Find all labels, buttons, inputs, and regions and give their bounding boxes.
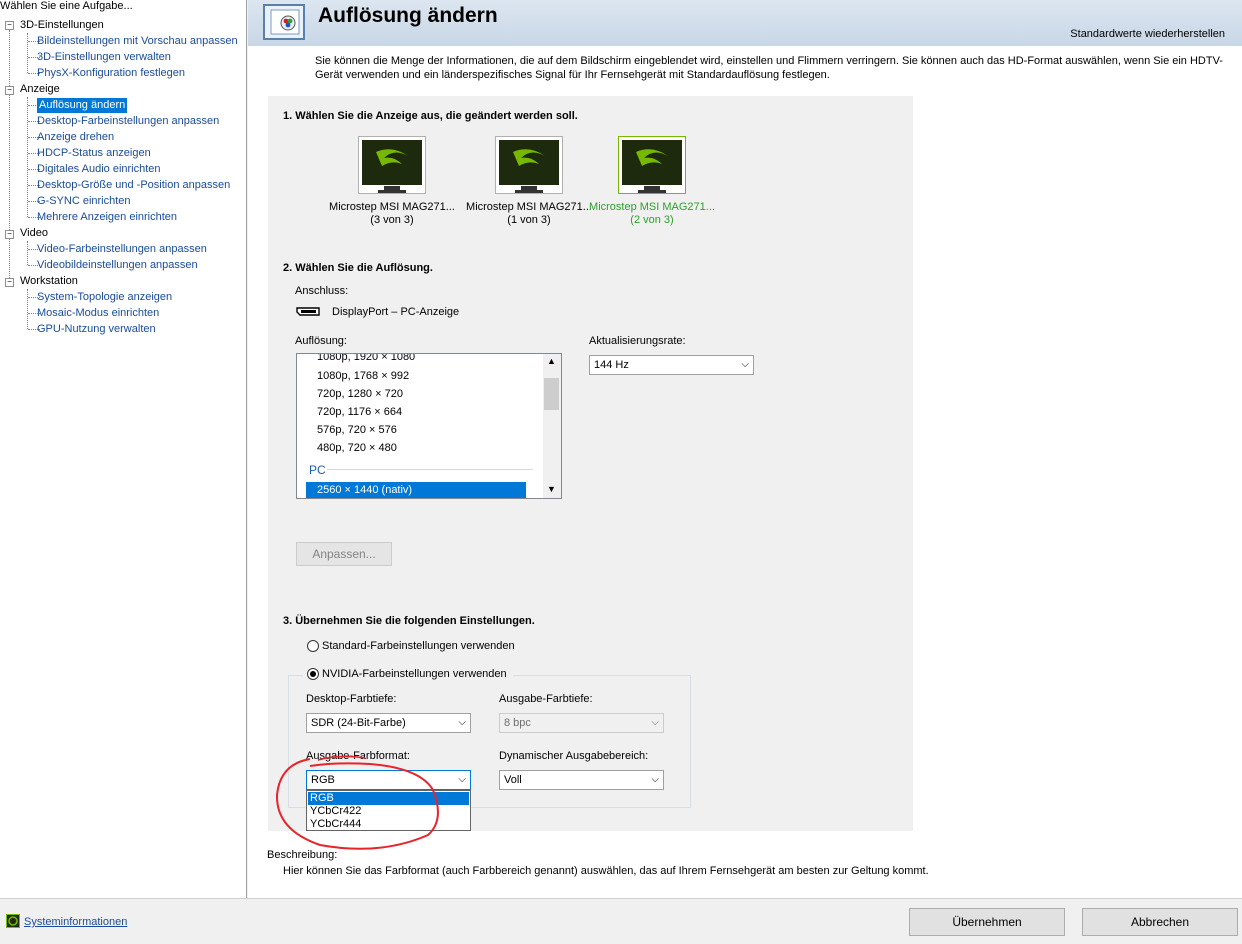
collapse-icon[interactable]: − [5,21,14,30]
tree-item-gsync[interactable]: G-SYNC einrichten [37,194,131,209]
tree-guide-line [27,33,28,73]
tree-item-physx[interactable]: PhysX-Konfiguration festlegen [37,66,185,81]
monitor-label: Microstep MSI MAG271... (3 von 3) [327,201,457,227]
desktop-depth-select[interactable]: SDR (24-Bit-Farbe) ⌵ [306,713,471,733]
scroll-thumb[interactable] [544,378,559,410]
tree-item-mehrere-anzeigen[interactable]: Mehrere Anzeigen einrichten [37,210,177,225]
monitor-label: Microstep MSI MAG271... (1 von 3) [464,201,594,227]
refresh-label: Aktualisierungsrate: [589,335,686,347]
red-annotation-circle [275,755,439,850]
output-depth-label: Ausgabe-Farbtiefe: [499,693,593,705]
tree-item-topologie[interactable]: System-Topologie anzeigen [37,290,172,305]
step1-heading: 1. Wählen Sie die Anzeige aus, die geänd… [283,110,578,122]
dynamic-range-label: Dynamischer Ausgabebereich: [499,750,649,762]
monitor-icon-selected[interactable] [618,136,686,198]
tree-item-gpu-nutzung[interactable]: GPU-Nutzung verwalten [37,322,156,337]
resolution-scrollbar[interactable]: ▲ ▼ [543,354,561,498]
collapse-icon[interactable]: − [5,230,14,239]
tree-guide-line [27,289,28,329]
dynamic-range-select[interactable]: Voll ⌵ [499,770,664,790]
list-item[interactable]: 1080p, 1920 × 1080 [317,354,415,363]
step3-heading: 3. Übernehmen Sie die folgenden Einstell… [283,615,535,627]
monitor-name: Microstep MSI MAG271... [329,201,455,213]
system-info-icon[interactable] [6,914,20,928]
chevron-down-icon: ⌵ [651,774,659,785]
tree-guide-line [27,241,28,265]
description-label: Beschreibung: [267,849,338,861]
tree-item-mosaic[interactable]: Mosaic-Modus einrichten [37,306,159,321]
list-item[interactable]: 720p, 1176 × 664 [317,406,402,418]
scroll-down-icon[interactable]: ▼ [547,484,556,494]
list-item[interactable]: 576p, 720 × 576 [317,424,397,436]
connection-label: Anschluss: [295,285,349,297]
cancel-button[interactable]: Abbrechen [1082,908,1238,936]
desktop-depth-label: Desktop-Farbtiefe: [306,693,397,705]
tree-guide-line [9,30,10,282]
system-info-link[interactable]: Systeminformationen [24,916,127,928]
refresh-rate-value: 144 Hz [594,359,629,371]
tree-item-audio[interactable]: Digitales Audio einrichten [37,162,161,177]
tree-category-video[interactable]: Video [20,226,48,241]
tree-category-workstation[interactable]: Workstation [20,274,78,289]
monitor-index: (2 von 3) [630,214,674,226]
output-depth-value: 8 bpc [504,717,531,729]
resolution-label: Auflösung: [295,335,347,347]
list-group-header: PC [309,463,326,477]
radio-nvidia-colors[interactable] [307,668,319,680]
task-tree-header: Wählen Sie eine Aufgabe... [0,0,133,12]
chevron-down-icon: ⌵ [458,774,466,785]
monitor-index: (3 von 3) [370,214,414,226]
refresh-rate-select[interactable]: 144 Hz ⌵ [589,355,754,375]
tree-item-videobild[interactable]: Videobildeinstellungen anpassen [37,258,198,273]
list-item[interactable]: 1080p, 1768 × 992 [317,370,409,382]
tree-item-desktop-groesse[interactable]: Desktop-Größe und -Position anpassen [37,178,230,193]
collapse-icon[interactable]: − [5,278,14,287]
apply-button[interactable]: Übernehmen [909,908,1065,936]
chevron-down-icon: ⌵ [651,717,659,728]
list-item[interactable]: 480p, 720 × 480 [317,442,397,454]
step2-heading: 2. Wählen Sie die Auflösung. [283,262,433,274]
radio-standard-colors[interactable] [307,640,319,652]
desktop-depth-value: SDR (24-Bit-Farbe) [311,717,406,729]
tree-category-anzeige[interactable]: Anzeige [20,82,60,97]
chevron-down-icon: ⌵ [458,717,466,728]
tree-item-anzeige-drehen[interactable]: Anzeige drehen [37,130,114,145]
displayport-icon [296,307,320,316]
monitor-name: Microstep MSI MAG271... [589,201,715,213]
monitor-index: (1 von 3) [507,214,551,226]
restore-defaults-link[interactable]: Standardwerte wiederherstellen [1070,28,1225,40]
resolution-listbox[interactable]: 1080p, 1920 × 1080 1080p, 1768 × 992 720… [296,353,562,499]
task-tree-panel: Wählen Sie eine Aufgabe... − 3D-Einstell… [0,0,247,898]
output-depth-select[interactable]: 8 bpc ⌵ [499,713,664,733]
tree-category-3d[interactable]: 3D-Einstellungen [20,18,104,33]
tree-item-hdcp[interactable]: HDCP-Status anzeigen [37,146,151,161]
tree-guide-line [27,97,28,217]
monitor-name: Microstep MSI MAG271... [466,201,592,213]
radio-standard-label[interactable]: Standard-Farbeinstellungen verwenden [322,640,515,652]
page-title: Auflösung ändern [318,4,498,27]
display-resolution-icon [263,4,305,40]
customize-button[interactable]: Anpassen... [296,542,392,566]
tree-item-desktop-farbe[interactable]: Desktop-Farbeinstellungen anpassen [37,114,219,129]
list-item[interactable]: 720p, 1280 × 720 [317,388,403,400]
tree-item-bildeinstellungen[interactable]: Bildeinstellungen mit Vorschau anpassen [37,34,238,49]
tree-item-3d-verwalten[interactable]: 3D-Einstellungen verwalten [37,50,171,65]
monitor-label-selected: Microstep MSI MAG271... (2 von 3) [587,201,717,227]
connection-value: DisplayPort – PC-Anzeige [332,306,460,318]
radio-nvidia-label[interactable]: NVIDIA-Farbeinstellungen verwenden [322,668,507,680]
chevron-down-icon: ⌵ [741,359,749,370]
tree-item-aufloesung-selected[interactable]: Auflösung ändern [37,98,128,113]
list-item-selected[interactable]: 2560 × 1440 (nativ) [317,484,412,496]
group-divider [327,469,533,470]
monitor-icon[interactable] [495,136,563,198]
scroll-up-icon[interactable]: ▲ [547,356,556,366]
page-description: Sie können die Menge der Informationen, … [315,55,1223,81]
monitor-icon[interactable] [358,136,426,198]
description-text: Hier können Sie das Farbformat (auch Far… [283,865,929,877]
dynamic-range-value: Voll [504,774,522,786]
tree-item-video-farbe[interactable]: Video-Farbeinstellungen anpassen [37,242,207,257]
collapse-icon[interactable]: − [5,86,14,95]
